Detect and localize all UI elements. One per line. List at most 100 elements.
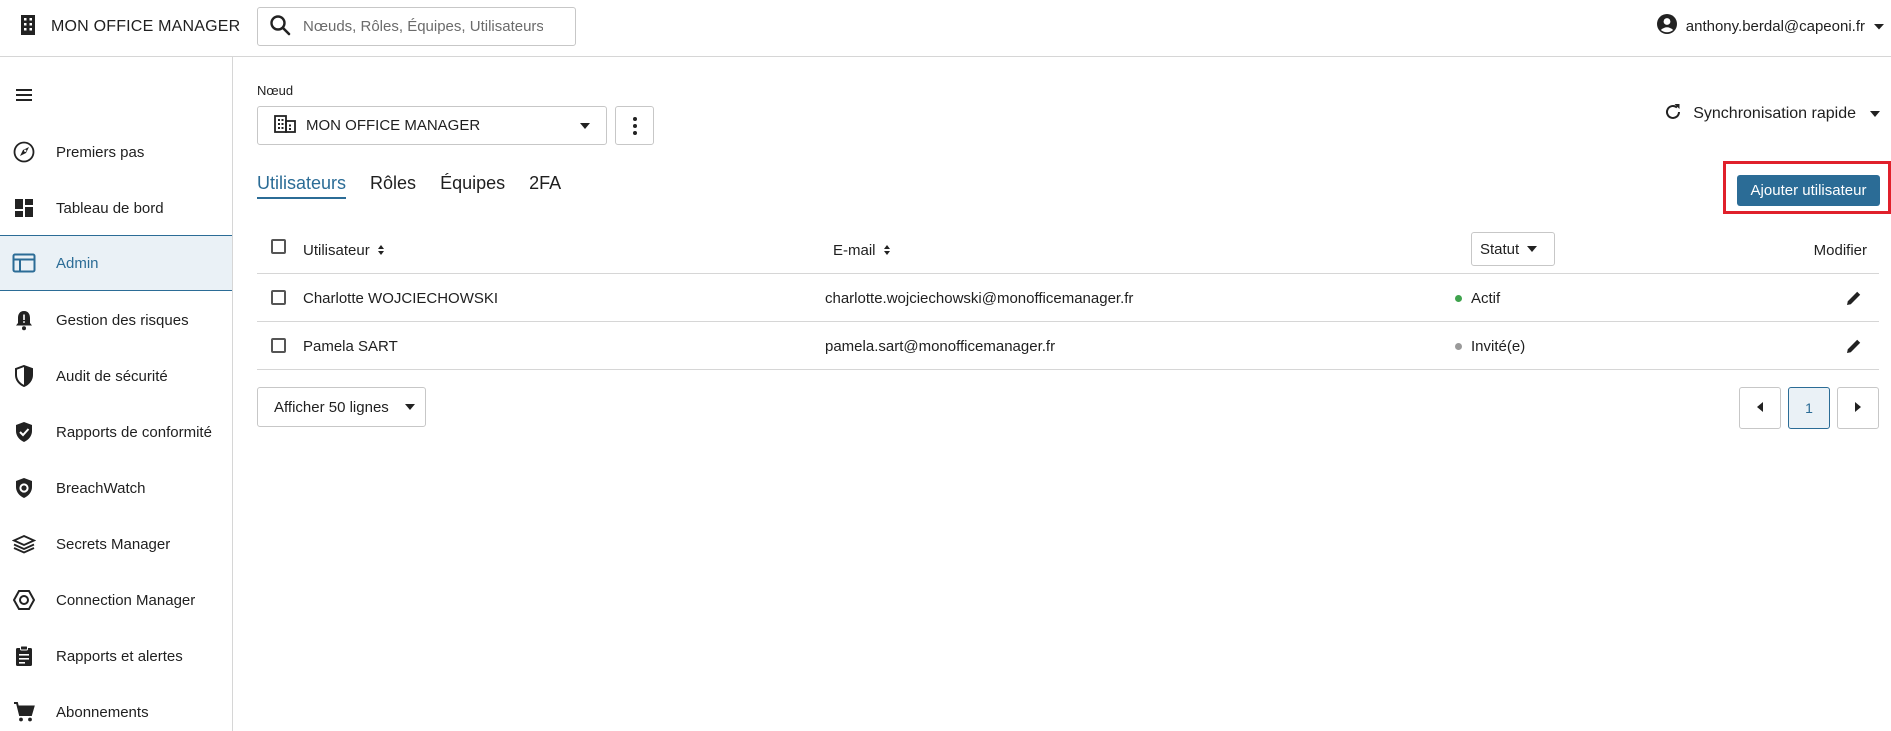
shield-half-icon: [12, 364, 36, 388]
select-all-checkbox[interactable]: [271, 239, 286, 254]
sync-label: Synchronisation rapide: [1693, 105, 1856, 122]
tab-utilisateurs[interactable]: Utilisateurs: [257, 173, 347, 199]
refresh-icon: [1663, 102, 1683, 127]
admin-panel-icon: [12, 251, 36, 275]
rows-per-page-select[interactable]: Afficher 50 lignes: [257, 387, 426, 427]
column-label: Statut: [1480, 240, 1520, 258]
sort-icon: [377, 245, 384, 255]
tab-roles[interactable]: Rôles: [370, 173, 416, 199]
column-header-email[interactable]: E-mail: [833, 240, 890, 260]
sidebar-item-label: Admin: [56, 254, 99, 272]
brand[interactable]: MON OFFICE MANAGER: [18, 15, 240, 39]
layers-icon: [12, 532, 36, 556]
table-header: Utilisateur E-mail Statut Modifier: [257, 225, 1879, 274]
next-page-button[interactable]: [1837, 387, 1879, 429]
user-email: charlotte.wojciechowski@monofficemanager…: [825, 289, 1134, 307]
row-checkbox[interactable]: [271, 338, 286, 353]
rows-per-page-label: Afficher 50 lignes: [274, 398, 389, 416]
node-label: Nœud: [257, 83, 294, 98]
dropdown-caret-icon: [1527, 246, 1538, 252]
chevron-right-icon: [1854, 400, 1862, 416]
more-options-icon[interactable]: [615, 106, 654, 145]
status-text: Invité(e): [1471, 337, 1526, 355]
sidebar-item-label: Gestion des risques: [56, 311, 189, 329]
shield-check-icon: [12, 420, 36, 444]
clipboard-icon: [12, 644, 36, 668]
sidebar-item-label: Abonnements: [56, 703, 149, 721]
add-user-button[interactable]: Ajouter utilisateur: [1737, 175, 1880, 206]
pencil-icon[interactable]: [1843, 335, 1865, 357]
building-icon: [274, 114, 296, 137]
hamburger-menu-icon[interactable]: [13, 84, 35, 106]
user-email: pamela.sart@monofficemanager.fr: [825, 337, 1056, 355]
sidebar-item-label: Rapports de conformité: [56, 423, 212, 441]
user-name: Pamela SART: [303, 337, 398, 355]
sidebar-item-rapports-de-conformite[interactable]: Rapports de conformité: [0, 404, 232, 460]
column-header-user[interactable]: Utilisateur: [303, 240, 384, 260]
breachwatch-shield-icon: [12, 476, 36, 500]
highlight-box: Ajouter utilisateur: [1723, 161, 1891, 214]
dropdown-caret-icon: [1870, 111, 1880, 117]
row-checkbox[interactable]: [271, 290, 286, 305]
tab-equipes[interactable]: Équipes: [440, 173, 505, 199]
account-menu[interactable]: anthony.berdal@capeoni.fr: [1656, 14, 1885, 38]
cart-icon: [12, 700, 36, 724]
sidebar-item-admin[interactable]: Admin: [0, 235, 232, 291]
account-email: anthony.berdal@capeoni.fr: [1685, 17, 1865, 35]
previous-page-button[interactable]: [1739, 387, 1781, 429]
sidebar-item-label: Audit de sécurité: [56, 367, 168, 385]
sidebar-item-label: BreachWatch: [56, 479, 146, 497]
sidebar-item-label: Tableau de bord: [56, 199, 164, 217]
chevron-down-icon: [1873, 18, 1885, 35]
table-row[interactable]: Pamela SART pamela.sart@monofficemanager…: [257, 322, 1879, 370]
status-badge: Invité(e): [1455, 336, 1525, 356]
sidebar-item-gestion-des-risques[interactable]: Gestion des risques: [0, 292, 232, 348]
status-dot-icon: [1455, 294, 1462, 302]
rocket-icon: [12, 140, 36, 164]
sidebar-item-breachwatch[interactable]: BreachWatch: [0, 460, 232, 516]
top-bar: MON OFFICE MANAGER anthony.berdal@capeon…: [0, 0, 1891, 57]
sidebar-item-label: Premiers pas: [56, 143, 145, 161]
pencil-icon[interactable]: [1843, 287, 1865, 309]
sidebar-item-secrets-manager[interactable]: Secrets Manager: [0, 516, 232, 572]
sidebar-item-premiers-pas[interactable]: Premiers pas: [0, 124, 232, 180]
search-box[interactable]: [257, 7, 576, 46]
sort-icon: [883, 245, 890, 255]
account-circle-icon: [1656, 13, 1678, 39]
tab-bar: Utilisateurs Rôles Équipes 2FA: [257, 173, 561, 199]
sidebar-item-label: Connection Manager: [56, 591, 196, 609]
column-header-edit: Modifier: [1813, 241, 1867, 259]
sidebar-item-label: Secrets Manager: [56, 535, 171, 553]
bell-alert-icon: [12, 308, 36, 332]
dropdown-caret-icon: [404, 404, 415, 410]
search-icon: [269, 14, 291, 40]
building-icon: [18, 14, 38, 40]
sidebar-item-rapports-et-alertes[interactable]: Rapports et alertes: [0, 628, 232, 684]
status-filter-dropdown[interactable]: Statut: [1471, 232, 1555, 266]
sidebar-item-abonnements[interactable]: Abonnements: [0, 684, 232, 731]
sidebar-item-audit-de-securite[interactable]: Audit de sécurité: [0, 348, 232, 404]
user-name: Charlotte WOJCIECHOWSKI: [303, 289, 499, 307]
main-content: Nœud MON OFFICE MANAGER Synchronisation …: [233, 57, 1891, 731]
sidebar-item-tableau-de-bord[interactable]: Tableau de bord: [0, 180, 232, 236]
tab-2fa[interactable]: 2FA: [529, 173, 561, 199]
users-table: Utilisateur E-mail Statut Modifier Charl…: [257, 225, 1879, 370]
sidebar-item-connection-manager[interactable]: Connection Manager: [0, 572, 232, 628]
status-dot-icon: [1455, 342, 1462, 350]
app-name: MON OFFICE MANAGER: [51, 18, 241, 35]
status-text: Actif: [1471, 289, 1501, 307]
column-label: E-mail: [833, 241, 876, 259]
node-select-value: MON OFFICE MANAGER: [306, 117, 481, 134]
dashboard-icon: [12, 196, 36, 220]
column-label: Utilisateur: [303, 241, 370, 259]
sidebar-item-label: Rapports et alertes: [56, 647, 183, 665]
table-row[interactable]: Charlotte WOJCIECHOWSKI charlotte.wojcie…: [257, 274, 1879, 322]
node-select[interactable]: MON OFFICE MANAGER: [257, 106, 607, 145]
search-input[interactable]: [303, 18, 543, 35]
chevron-left-icon: [1756, 400, 1764, 416]
page-button[interactable]: 1: [1788, 387, 1830, 429]
sync-button[interactable]: Synchronisation rapide: [1663, 102, 1880, 126]
status-badge: Actif: [1455, 288, 1500, 308]
hexagon-icon: [12, 588, 36, 612]
dropdown-caret-icon: [580, 123, 590, 129]
